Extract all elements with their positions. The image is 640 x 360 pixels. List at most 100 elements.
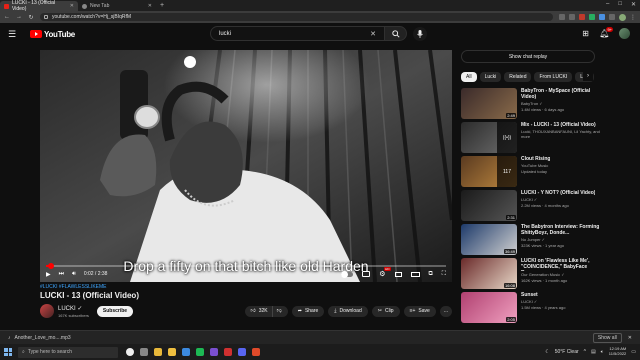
play-icon[interactable]: ▶ <box>46 271 51 278</box>
cast-icon[interactable]: ⧉ <box>429 271 433 278</box>
recommendation-item[interactable]: 36:49 The Babytron Interview: Forming Shi… <box>461 224 601 255</box>
spotify-icon[interactable] <box>196 348 204 356</box>
profile-avatar[interactable] <box>619 13 626 21</box>
show-chat-replay-button[interactable]: Show chat replay <box>461 50 595 63</box>
recommendation-channel[interactable]: Our Generation Music ✓ <box>521 272 601 277</box>
chip-lucki[interactable]: Lucki <box>479 71 502 82</box>
weather-text[interactable]: 50°F Clear <box>555 349 579 355</box>
recommendation-item[interactable]: 117 Clout Rising YouTube Music Updated toda… <box>461 156 601 187</box>
download-filename[interactable]: Another_Love_mo....mp3 <box>15 335 71 341</box>
address-bar[interactable]: youtube.com/watch?v=Hj_sjBIqRfM <box>40 13 553 21</box>
video-hashtags[interactable]: #LUCKI #FLAWLESSLIKEME <box>40 284 107 290</box>
subscribe-button[interactable]: Subscribe <box>96 305 134 317</box>
tab-youtube[interactable]: LUCKI - 13 (Official Video) ✕ <box>0 0 78 12</box>
edge-icon[interactable] <box>182 348 190 356</box>
video-thumbnail[interactable]: 117 <box>461 156 517 187</box>
network-icon[interactable]: ▤ <box>591 349 596 355</box>
clock[interactable]: 12:19 AM 11/5/2022 <box>609 346 627 357</box>
more-actions-button[interactable]: ... <box>439 305 452 317</box>
share-button[interactable]: ➦ Share <box>291 305 325 317</box>
recommendation-title[interactable]: The Babytron Interview: Forming ShittyBo… <box>521 224 601 236</box>
voice-search-button[interactable] <box>413 26 427 41</box>
close-icon[interactable]: ✕ <box>148 3 152 9</box>
recommendation-channel[interactable]: BabyTron ✓ <box>521 101 601 106</box>
recommendation-item[interactable]: 2:31 LUCKI - Y NOT? (Official Video) LUCKI… <box>461 190 601 221</box>
video-player[interactable]: Drop a fifty on that bitch like old Hard… <box>40 50 452 282</box>
recommendation-title[interactable]: LUCKI - Y NOT? (Official Video) <box>521 190 595 196</box>
recommendation-item[interactable]: 2:49 BabyTron - MySpace (Official Video) B… <box>461 88 601 119</box>
notification-center-icon[interactable]: ▭ <box>631 349 636 355</box>
video-thumbnail[interactable]: 36:49 <box>461 224 517 255</box>
recommendation-item[interactable]: ((•)) Mix - LUCKI - 13 (Official Video) Lu… <box>461 122 601 153</box>
chip-all[interactable]: All <box>461 71 477 82</box>
search-button[interactable] <box>385 26 407 41</box>
dislike-button[interactable]: 👎︎ <box>271 305 288 317</box>
notifications-icon[interactable]: 🔔︎ 9+ <box>599 27 613 38</box>
windows-start-icon[interactable] <box>4 348 12 356</box>
taskbar-search[interactable]: ⌕ Type here to search <box>18 346 118 358</box>
extension-icon[interactable] <box>579 14 585 20</box>
task-view-icon[interactable] <box>140 348 148 356</box>
app-icon[interactable] <box>224 348 232 356</box>
create-video-icon[interactable]: ⊞ <box>581 29 590 38</box>
puzzle-icon[interactable] <box>609 14 615 20</box>
next-icon[interactable]: ⏭ <box>59 271 64 278</box>
hamburger-menu-icon[interactable]: ☰ <box>8 29 22 40</box>
tab-new-tab[interactable]: New Tab ✕ <box>78 1 156 11</box>
recommendation-channel[interactable]: LUCKI ✓ <box>521 197 595 202</box>
like-button[interactable]: 👍︎ 32K <box>244 305 272 317</box>
discord-icon[interactable] <box>238 348 246 356</box>
save-button[interactable]: ≡+ Save <box>403 305 436 317</box>
video-thumbnail[interactable]: 2:31 <box>461 190 517 221</box>
recommendation-channel[interactable]: Lucki, THOUXANBANFAUNI, Lil Yachty, and … <box>521 129 601 139</box>
share-icon[interactable] <box>559 14 565 20</box>
channel-name[interactable]: LUCKI ✓ <box>58 305 89 312</box>
video-thumbnail[interactable]: 2:05 <box>461 292 517 323</box>
minimize-icon[interactable]: – <box>606 1 609 8</box>
close-window-icon[interactable]: ✕ <box>631 1 636 8</box>
clip-button[interactable]: ✂ Clip <box>371 305 400 317</box>
fullscreen-icon[interactable]: ⛶ <box>442 271 446 278</box>
app-icon[interactable] <box>252 348 260 356</box>
show-all-downloads-button[interactable]: Show all <box>592 332 622 343</box>
recommendation-item[interactable]: 2:05 Sunset LUCKI ✓ 1.5M views · 4 years ag… <box>461 292 601 323</box>
extension-icon[interactable] <box>599 14 605 20</box>
download-button[interactable]: ⤓ Download <box>328 305 368 317</box>
close-icon[interactable]: ✕ <box>628 335 632 341</box>
maximize-icon[interactable]: □ <box>618 1 622 8</box>
miniplayer-icon[interactable] <box>394 271 402 277</box>
reload-icon[interactable]: ↻ <box>28 14 34 21</box>
recommendation-channel[interactable]: YouTube Music <box>521 163 550 168</box>
star-icon[interactable] <box>569 14 575 20</box>
chevron-right-icon[interactable]: › <box>583 71 593 81</box>
recommendation-title[interactable]: Sunset <box>521 292 565 298</box>
video-thumbnail[interactable]: 2:49 <box>461 88 517 119</box>
chip-related[interactable]: Related <box>504 71 532 82</box>
close-icon[interactable]: ✕ <box>70 3 74 9</box>
recommendation-channel[interactable]: No Jumper ✓ <box>521 237 601 242</box>
kebab-menu-icon[interactable]: ⋮ <box>630 14 636 21</box>
back-icon[interactable]: ← <box>4 14 10 20</box>
recommendation-title[interactable]: Clout Rising <box>521 156 550 162</box>
app-icon[interactable] <box>210 348 218 356</box>
cortana-icon[interactable] <box>126 348 134 356</box>
video-thumbnail[interactable]: ((•)) <box>461 122 517 153</box>
volume-icon[interactable]: 🔊︎ <box>72 271 76 278</box>
user-avatar[interactable] <box>619 28 630 39</box>
speaker-icon[interactable]: 🔈︎ <box>601 349 604 355</box>
recommendation-title[interactable]: BabyTron - MySpace (Official Video) <box>521 88 601 100</box>
tray-chevron-icon[interactable]: ^ <box>584 349 586 355</box>
chrome-icon[interactable] <box>154 348 162 356</box>
new-tab-button[interactable]: + <box>156 1 168 11</box>
autoplay-toggle[interactable] <box>341 270 354 278</box>
channel-avatar[interactable] <box>40 304 54 318</box>
settings-icon[interactable]: ⚙ HD <box>379 267 391 278</box>
file-explorer-icon[interactable] <box>168 348 176 356</box>
recommendation-title[interactable]: Mix - LUCKI - 13 (Official Video) <box>521 122 601 128</box>
search-input[interactable]: lucki ✕ <box>210 26 385 41</box>
recommendation-title[interactable]: LUCKI on 'Flawless Like Me', "COINCIDENC… <box>521 258 601 271</box>
clear-search-icon[interactable]: ✕ <box>370 30 376 38</box>
video-thumbnail[interactable]: 16:08 <box>461 258 517 289</box>
recommendation-channel[interactable]: LUCKI ✓ <box>521 299 565 304</box>
youtube-logo[interactable]: YouTube <box>30 30 75 39</box>
